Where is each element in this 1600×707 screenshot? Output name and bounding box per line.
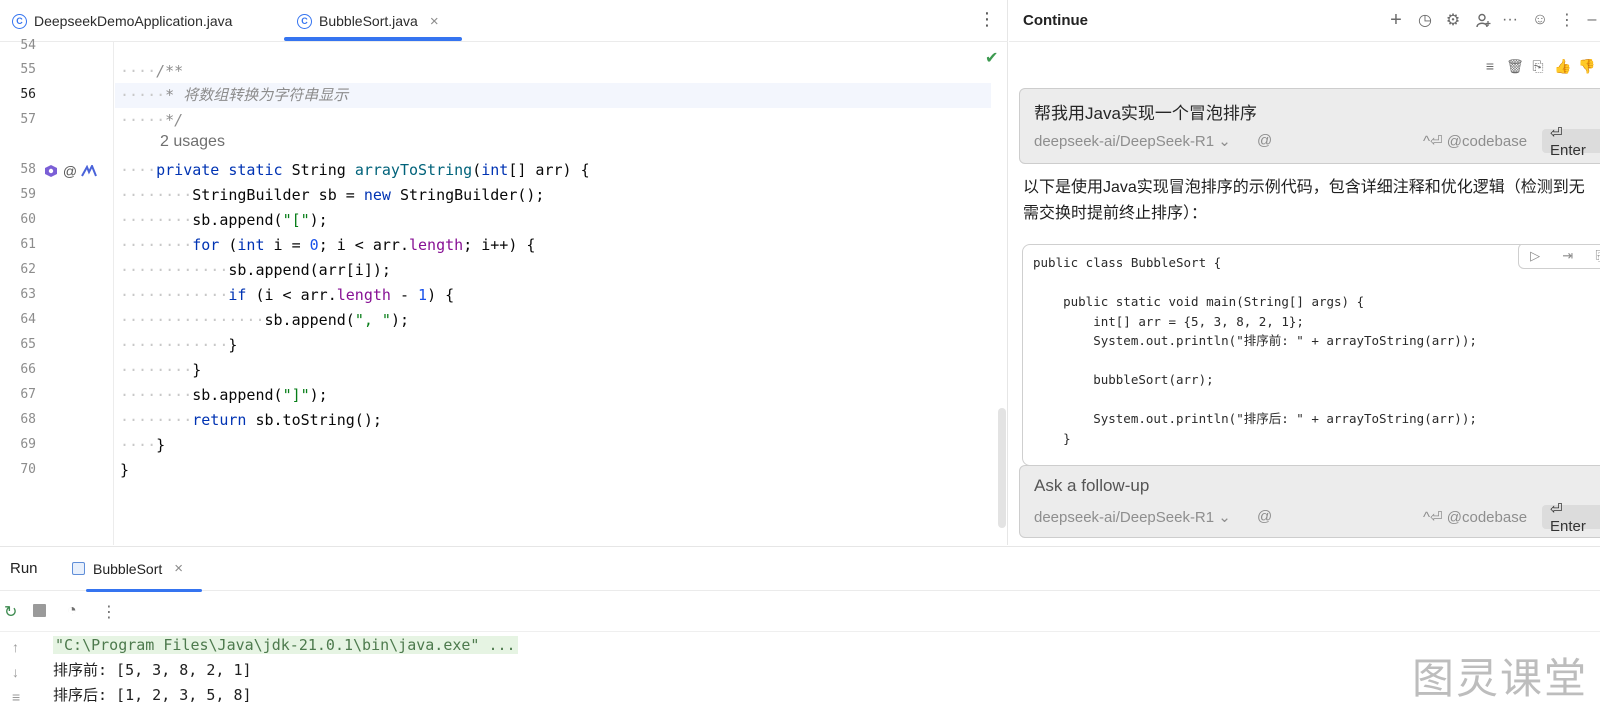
soft-wrap-icon[interactable]: ≡ (12, 689, 20, 705)
followup-input[interactable]: Ask a follow-up (1034, 476, 1149, 496)
console-output[interactable]: "C:\Program Files\Java\jdk-21.0.1\bin\ja… (53, 633, 518, 707)
line-number: 65 (20, 337, 36, 352)
run-tab-bar: Run BubbleSort × (0, 547, 1600, 592)
no-problems-check-icon: ✔ (985, 50, 999, 67)
line-number: 69 (20, 437, 36, 452)
scroll-down-icon[interactable]: ↓ (12, 664, 19, 680)
java-class-icon: C (297, 13, 312, 29)
run-code-icon[interactable]: ▷ (1530, 248, 1540, 264)
at-mention-button[interactable]: @ (1257, 508, 1272, 525)
active-tab-indicator (284, 37, 462, 41)
stop-icon[interactable] (33, 604, 46, 617)
implementation-marker-icon[interactable] (43, 163, 59, 179)
java-class-icon: C (12, 13, 27, 29)
copy-code-icon[interactable]: ⎘ (1595, 248, 1600, 264)
run-panel: Run BubbleSort × ↻ ◔ ⋮ ↑ ↓ ≡ "C:\Program… (0, 546, 1600, 707)
more-vertical-icon[interactable]: ⋮ (1557, 10, 1577, 30)
line-number: 70 (20, 462, 36, 477)
assistant-reply-text: 以下是使用Java实现冒泡排序的示例代码，包含详细注释和优化逻辑（检测到无需交换… (1023, 179, 1585, 222)
panel-title: Continue (1023, 12, 1088, 29)
line-number: 67 (20, 387, 36, 402)
enter-button[interactable]: ⏎ Enter (1542, 125, 1600, 159)
tab-label: BubbleSort.java (319, 13, 418, 29)
model-selector[interactable]: deepseek-ai/DeepSeek-R1 ⌄ (1034, 508, 1231, 526)
code-block: ▷ ⇥ ⎘ public class BubbleSort { public s… (1022, 244, 1600, 466)
model-selector[interactable]: deepseek-ai/DeepSeek-R1 ⌄ (1034, 132, 1231, 150)
code-content[interactable]: ····/** ·····* 将数组转换为字符串显示 ·····*/ ····p… (115, 42, 991, 545)
line-number: 62 (20, 262, 36, 277)
minimize-icon[interactable]: – (1582, 10, 1600, 30)
more-options-icon[interactable]: ⋮ (978, 9, 996, 30)
codebase-hint: ^⏎ @codebase (1423, 509, 1528, 526)
line-number: 63 (20, 287, 36, 302)
code-block-actions: ▷ ⇥ ⎘ (1518, 245, 1600, 269)
enter-button[interactable]: ⏎ Enter (1542, 501, 1600, 535)
more-horizontal-icon[interactable]: ··· (1500, 10, 1520, 30)
line-number-gutter: 54 55 56 57 58 59 60 61 62 63 64 65 66 6… (0, 38, 114, 545)
tab-label: DeepseekDemoApplication.java (34, 13, 233, 29)
run-config-icon (72, 562, 85, 575)
console-line: 排序后: [1, 2, 3, 5, 8] (53, 686, 252, 704)
thumbs-up-icon[interactable]: 👍 (1553, 56, 1573, 76)
settings-gear-icon[interactable]: ⚙ (1443, 10, 1463, 30)
profiler-icon[interactable]: ◔ (67, 602, 77, 620)
run-toolbar: ↻ ◔ ⋮ (0, 592, 1600, 632)
line-number: 68 (20, 412, 36, 427)
console-command-line: "C:\Program Files\Java\jdk-21.0.1\bin\ja… (53, 636, 518, 654)
line-number: 60 (20, 212, 36, 227)
close-icon[interactable]: × (430, 13, 439, 30)
at-mention-button[interactable]: @ (1257, 132, 1272, 149)
line-number: 56 (20, 87, 36, 102)
rerun-icon[interactable]: ↻ (4, 602, 17, 622)
apply-icon[interactable]: ≡ (1480, 56, 1500, 76)
line-number: 57 (20, 112, 36, 127)
line-number: 55 (20, 62, 36, 77)
console-side-toolbar: ↑ ↓ ≡ (0, 633, 36, 707)
tab-bubblesort[interactable]: C BubbleSort.java × (297, 0, 439, 42)
gutter-markers: @ (43, 163, 97, 179)
close-icon[interactable]: × (174, 560, 183, 577)
tab-run-bubblesort[interactable]: BubbleSort × (72, 560, 183, 577)
watermark-logo: 图灵课堂 (1412, 654, 1589, 703)
run-tool-label: Run (10, 560, 38, 577)
code-editor: C DeepseekDemoApplication.java C BubbleS… (0, 0, 1008, 545)
tab-deepseekdemoapplication[interactable]: C DeepseekDemoApplication.java (12, 0, 232, 42)
editor-scrollbar[interactable] (998, 408, 1006, 528)
delete-icon[interactable]: 🗑 (1505, 56, 1525, 76)
editor-tab-bar: C DeepseekDemoApplication.java C BubbleS… (0, 0, 1008, 42)
line-number: 58 (20, 162, 36, 177)
run-tab-label: BubbleSort (93, 560, 163, 577)
followup-input-box[interactable]: Ask a follow-up deepseek-ai/DeepSeek-R1 … (1019, 465, 1600, 538)
codebase-hint: ^⏎ @codebase (1423, 133, 1528, 150)
line-number: 66 (20, 362, 36, 377)
console-line: 排序前: [5, 3, 8, 2, 1] (53, 661, 252, 679)
ai-action-icon[interactable] (81, 163, 97, 179)
account-icon[interactable] (1473, 10, 1493, 30)
line-number: 64 (20, 312, 36, 327)
scroll-up-icon[interactable]: ↑ (12, 639, 19, 655)
new-session-icon[interactable]: + (1386, 9, 1406, 31)
code-block-content: public class BubbleSort { public static … (1033, 255, 1477, 446)
usages-hint[interactable]: 2 usages (160, 133, 225, 151)
thumbs-down-icon[interactable]: 👎 (1577, 56, 1597, 76)
line-number: 61 (20, 237, 36, 252)
history-icon[interactable]: ◷ (1415, 10, 1435, 30)
copy-icon[interactable]: ⎘ (1528, 56, 1548, 76)
user-message-box[interactable]: 帮我用Java实现一个冒泡排序 deepseek-ai/DeepSeek-R1 … (1019, 88, 1600, 164)
annotation-marker-icon[interactable]: @ (62, 163, 78, 179)
line-number: 59 (20, 187, 36, 202)
insert-code-icon[interactable]: ⇥ (1562, 248, 1573, 264)
assistant-icon[interactable]: ☺ (1530, 10, 1550, 30)
continue-header: Continue + ◷ ⚙ ··· ☺ ⋮ – (1009, 0, 1600, 42)
line-number: 54 (20, 38, 36, 53)
continue-panel: Continue + ◷ ⚙ ··· ☺ ⋮ – ≡ 🗑 ⎘ 👍 👎 帮我用Ja… (1009, 0, 1600, 545)
more-vertical-icon[interactable]: ⋮ (101, 602, 117, 622)
user-message-text: 帮我用Java实现一个冒泡排序 (1034, 104, 1257, 123)
